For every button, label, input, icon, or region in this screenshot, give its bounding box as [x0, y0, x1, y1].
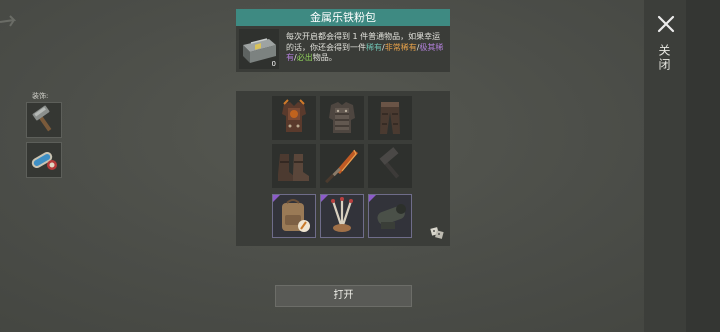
pack-description: 每次开启都会得到 1 件普通物品，如果幸运的话，你还会得到一件稀有/非常稀有/极… [286, 32, 446, 64]
hammer-icon [379, 147, 400, 179]
close-icon [657, 15, 675, 33]
equip-label: 装饰: [32, 92, 49, 100]
backpack-icon [282, 199, 310, 232]
item-slot-vest[interactable] [320, 96, 364, 140]
desc-guaranteed: 必出 [296, 53, 313, 62]
item-slot-chest-armor[interactable] [272, 96, 316, 140]
metal-boots-icon [278, 154, 309, 181]
desc-very-rare: 非常稀有 [384, 42, 417, 52]
item-slot-pants[interactable] [368, 96, 412, 140]
title-bar: 金属乐铁粉包 [236, 9, 450, 26]
item-grid [236, 91, 450, 246]
close-label: 关闭 [657, 44, 671, 72]
scroll-icon [31, 152, 57, 170]
flame-blade-icon [325, 149, 358, 184]
metal-vest-icon [329, 102, 355, 133]
item-slot-blade[interactable] [320, 144, 364, 188]
hammer-icon [32, 105, 52, 132]
cannon-icon [377, 204, 406, 229]
desc-part-outro: 物品。 [312, 53, 337, 62]
item-slot-hammer[interactable] [368, 144, 412, 188]
pack-count: 0 [271, 60, 276, 68]
metal-pants-icon [380, 102, 400, 134]
pack-title: 金属乐铁粉包 [310, 11, 376, 24]
close-button[interactable]: 关闭 [648, 8, 682, 78]
metal-chest-armor-icon [282, 99, 306, 132]
item-slot-boots[interactable] [272, 144, 316, 188]
dice-icon[interactable] [430, 225, 444, 239]
equip-slot-scroll[interactable] [26, 142, 62, 178]
pack-info-panel: 0 每次开启都会得到 1 件普通物品，如果幸运的话，你还会得到一件稀有/非常稀有… [236, 26, 450, 72]
desc-rare: 稀有 [366, 42, 382, 52]
item-slot-drumsticks[interactable] [320, 194, 364, 238]
corner-arrow-icon [0, 15, 17, 27]
drumsticks-icon [331, 197, 353, 232]
open-button[interactable]: 打开 [275, 285, 412, 307]
item-slot-cannon[interactable] [368, 194, 412, 238]
pack-thumbnail: 0 [239, 29, 279, 69]
side-panel-edge [686, 0, 720, 332]
item-slot-backpack[interactable] [272, 194, 316, 238]
equip-slot-hammer[interactable] [26, 102, 62, 138]
